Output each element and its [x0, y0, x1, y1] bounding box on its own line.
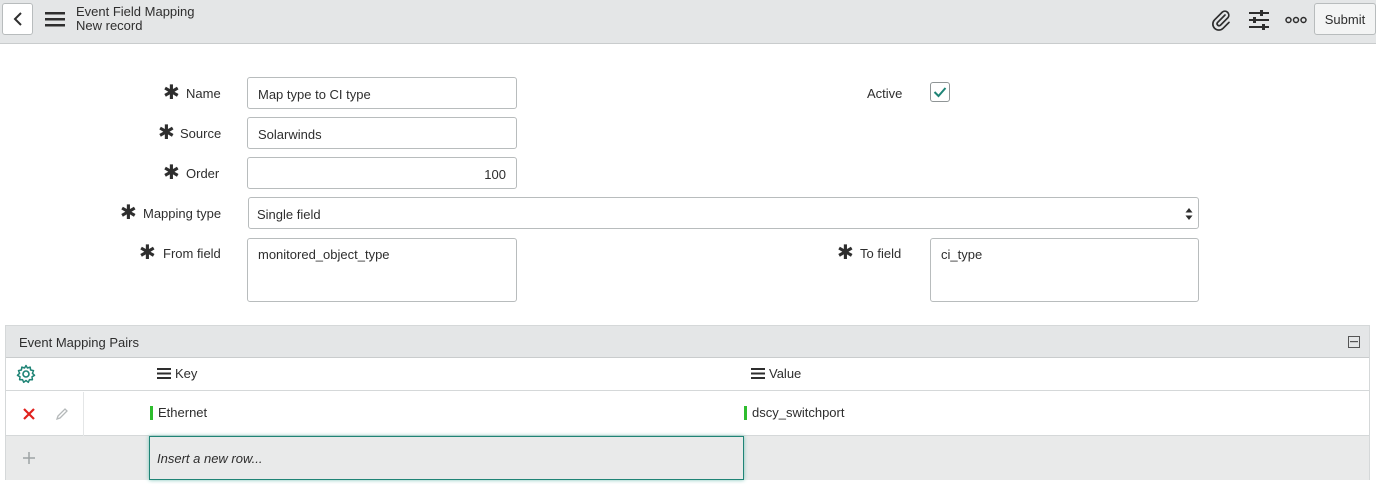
- required-icon: ✱: [837, 242, 854, 264]
- back-button[interactable]: [2, 3, 33, 35]
- page-title: Event Field Mapping: [76, 4, 195, 19]
- column-menu-icon: [157, 368, 171, 379]
- active-label: Active: [867, 86, 903, 101]
- required-icon: ✱: [120, 202, 137, 224]
- source-value: Solarwinds: [258, 127, 322, 142]
- table-row: Ethernet dscy_switchport: [6, 392, 1369, 436]
- source-label: Source: [180, 126, 222, 141]
- select-arrows-icon: [1185, 208, 1193, 220]
- insert-row: Insert a new row...: [6, 436, 1369, 480]
- menu-button[interactable]: [42, 7, 68, 31]
- form-header: Event Field Mapping New record Submit: [0, 0, 1376, 44]
- list-column-header: Key Value: [6, 358, 1369, 391]
- submit-button[interactable]: Submit: [1314, 3, 1376, 35]
- x-icon[interactable]: [22, 407, 36, 421]
- column-menu-icon: [751, 368, 765, 379]
- more-icon: [1285, 16, 1307, 24]
- minus-icon: [1350, 341, 1358, 343]
- pencil-icon[interactable]: [55, 407, 69, 421]
- required-icon: ✱: [163, 162, 180, 184]
- to-field-label: To field: [860, 246, 902, 261]
- related-list-title: Event Mapping Pairs: [19, 335, 139, 350]
- column-value-label: Value: [769, 366, 802, 381]
- column-header-key[interactable]: Key: [157, 366, 197, 381]
- column-header-value[interactable]: Value: [751, 366, 801, 381]
- collapse-button[interactable]: [1348, 336, 1360, 348]
- insert-row-input[interactable]: Insert a new row...: [149, 436, 744, 480]
- checkmark-icon: [933, 87, 947, 98]
- mapping-type-value: Single field: [257, 207, 321, 222]
- page-subtitle: New record: [76, 18, 143, 33]
- name-label: Name: [186, 86, 221, 101]
- from-field-textarea[interactable]: monitored_object_type: [247, 238, 517, 302]
- name-field[interactable]: Map type to CI type: [247, 77, 517, 109]
- from-field-label: From field: [163, 246, 221, 261]
- chevron-left-icon: [13, 12, 22, 26]
- required-icon: ✱: [139, 242, 156, 264]
- from-field-value: monitored_object_type: [258, 247, 390, 262]
- active-checkbox[interactable]: [930, 82, 950, 102]
- personalize-button[interactable]: [1246, 8, 1272, 32]
- event-mapping-pairs-list: Event Mapping Pairs Key Value Ethernet d…: [5, 325, 1370, 480]
- source-field[interactable]: Solarwinds: [247, 117, 517, 149]
- order-field[interactable]: 100: [247, 157, 517, 189]
- paperclip-icon: [1212, 10, 1230, 31]
- plus-icon[interactable]: [22, 451, 36, 465]
- row-value-cell[interactable]: dscy_switchport: [744, 406, 844, 420]
- gear-icon[interactable]: [16, 364, 36, 384]
- hamburger-icon: [45, 12, 65, 27]
- mapping-type-label: Mapping type: [143, 206, 222, 221]
- to-field-value: ci_type: [941, 247, 983, 262]
- attachment-button[interactable]: [1208, 8, 1234, 32]
- required-icon: ✱: [158, 122, 175, 144]
- more-options-button[interactable]: [1283, 8, 1309, 32]
- required-icon: ✱: [163, 82, 180, 104]
- column-key-label: Key: [175, 366, 198, 381]
- order-value: 100: [484, 167, 506, 182]
- name-value: Map type to CI type: [258, 87, 371, 102]
- order-label: Order: [186, 166, 220, 181]
- row-actions: [6, 392, 84, 436]
- to-field-textarea[interactable]: ci_type: [930, 238, 1199, 302]
- row-key-cell[interactable]: Ethernet: [150, 406, 207, 420]
- related-list-header: Event Mapping Pairs: [6, 326, 1369, 358]
- mapping-type-select[interactable]: Single field: [248, 197, 1199, 229]
- record-title: Event Field Mapping New record: [76, 5, 195, 33]
- sliders-icon: [1249, 10, 1269, 30]
